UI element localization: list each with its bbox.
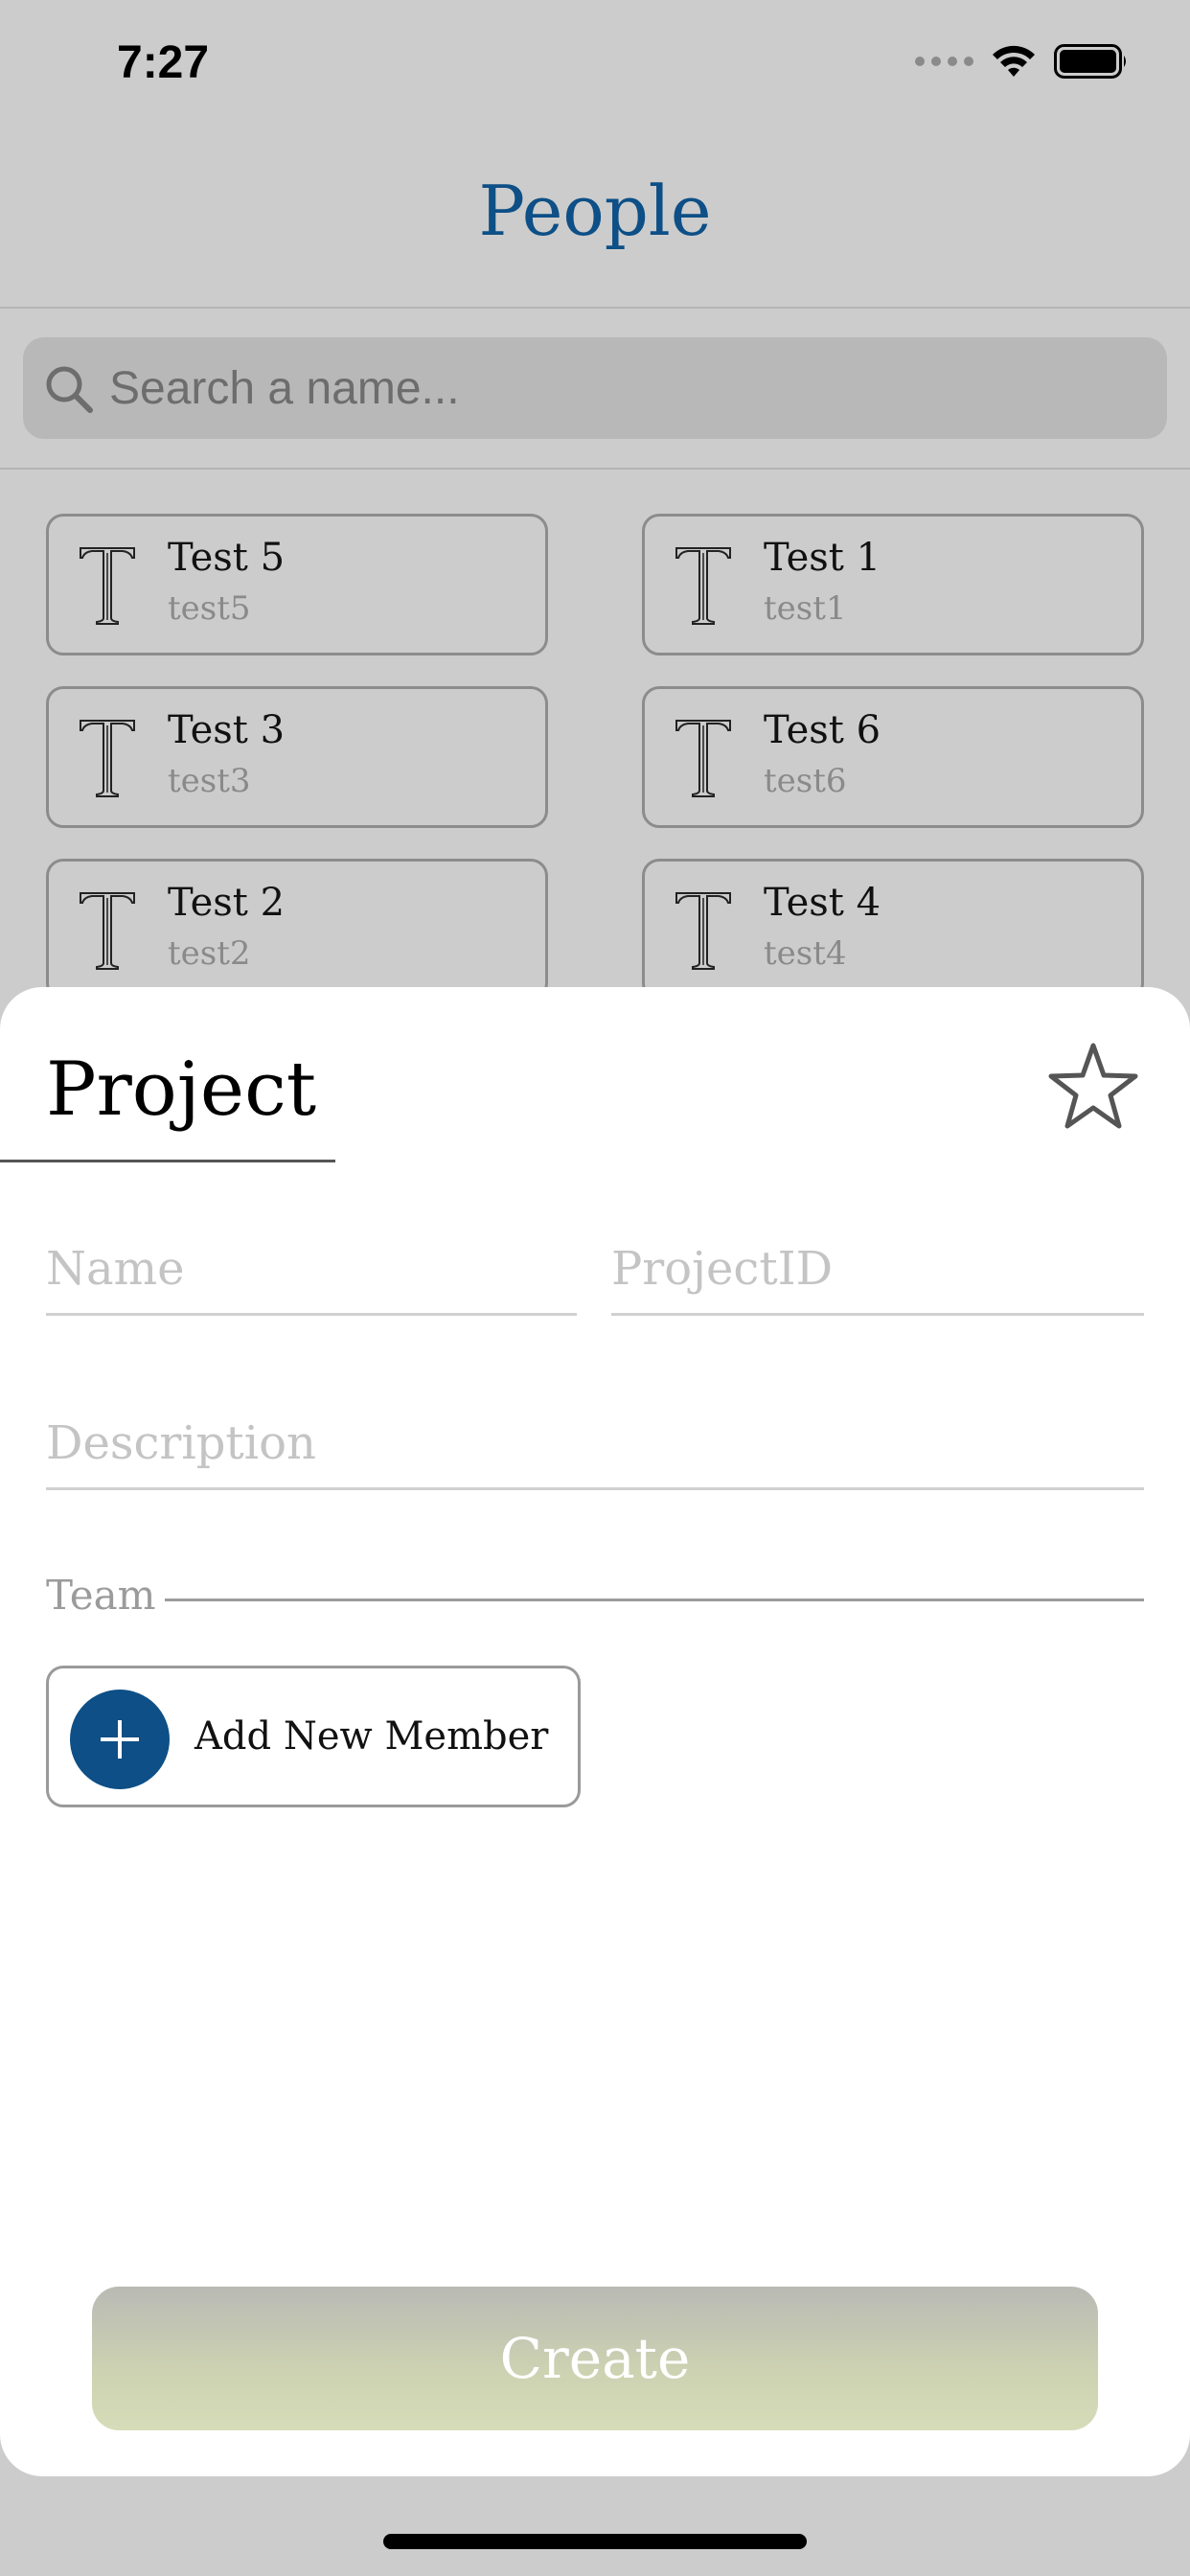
sheet-title-underline bbox=[0, 1160, 335, 1162]
add-member-label: Add New Member bbox=[195, 1714, 549, 1759]
person-card[interactable]: Test 6 test6 bbox=[642, 686, 1144, 828]
person-name: Test 4 bbox=[764, 881, 881, 925]
name-field[interactable] bbox=[46, 1242, 577, 1296]
person-card[interactable]: Test 1 test1 bbox=[642, 514, 1144, 656]
plus-icon bbox=[101, 1720, 139, 1759]
description-field-wrapper bbox=[46, 1416, 1144, 1490]
person-card[interactable]: Test 3 test3 bbox=[46, 686, 548, 828]
search-divider bbox=[0, 468, 1190, 470]
person-name: Test 5 bbox=[168, 536, 286, 580]
battery-icon bbox=[1054, 44, 1126, 79]
project-id-field-wrapper bbox=[611, 1242, 1144, 1316]
person-username: test3 bbox=[168, 762, 251, 800]
star-outline-icon[interactable] bbox=[1046, 1041, 1140, 1131]
header-divider bbox=[0, 307, 1190, 309]
person-name: Test 2 bbox=[168, 881, 286, 925]
person-username: test6 bbox=[764, 762, 847, 800]
person-name: Test 6 bbox=[764, 708, 881, 752]
status-icons bbox=[915, 44, 1129, 79]
project-id-field-underline bbox=[611, 1313, 1144, 1316]
person-username: test1 bbox=[764, 589, 847, 628]
name-field-wrapper bbox=[46, 1242, 577, 1316]
create-button[interactable]: Create bbox=[92, 2287, 1098, 2430]
person-card[interactable]: Test 5 test5 bbox=[46, 514, 548, 656]
person-username: test5 bbox=[168, 589, 251, 628]
person-username: test4 bbox=[764, 934, 847, 973]
t-letter-icon bbox=[80, 720, 135, 797]
person-name: Test 1 bbox=[764, 536, 881, 580]
name-field-underline bbox=[46, 1313, 577, 1316]
status-bar: 7:27 bbox=[0, 0, 1190, 134]
team-label: Team bbox=[46, 1572, 156, 1619]
t-letter-icon bbox=[675, 892, 731, 970]
project-id-field[interactable] bbox=[611, 1242, 1144, 1296]
search-input[interactable] bbox=[109, 355, 1144, 422]
home-indicator[interactable] bbox=[383, 2534, 807, 2549]
project-sheet: Project Team Add New Member Create bbox=[0, 987, 1190, 2476]
page-title: People bbox=[478, 171, 712, 251]
add-member-button[interactable]: Add New Member bbox=[46, 1666, 581, 1807]
t-letter-icon bbox=[675, 720, 731, 797]
description-field[interactable] bbox=[46, 1416, 1144, 1470]
person-username: test2 bbox=[168, 934, 251, 973]
signal-dots-icon bbox=[915, 57, 973, 66]
wifi-icon bbox=[993, 45, 1035, 77]
person-name: Test 3 bbox=[168, 708, 286, 752]
person-card[interactable]: Test 4 test4 bbox=[642, 859, 1144, 1000]
status-time: 7:27 bbox=[117, 37, 210, 88]
search-bar[interactable] bbox=[23, 337, 1167, 439]
search-icon bbox=[46, 366, 93, 413]
person-card[interactable]: Test 2 test2 bbox=[46, 859, 548, 1000]
t-letter-icon bbox=[675, 547, 731, 625]
sheet-title: Project bbox=[46, 1046, 317, 1133]
t-letter-icon bbox=[80, 892, 135, 970]
team-divider bbox=[165, 1598, 1144, 1601]
description-field-underline bbox=[46, 1487, 1144, 1490]
plus-circle-icon bbox=[70, 1690, 170, 1789]
t-letter-icon bbox=[80, 547, 135, 625]
